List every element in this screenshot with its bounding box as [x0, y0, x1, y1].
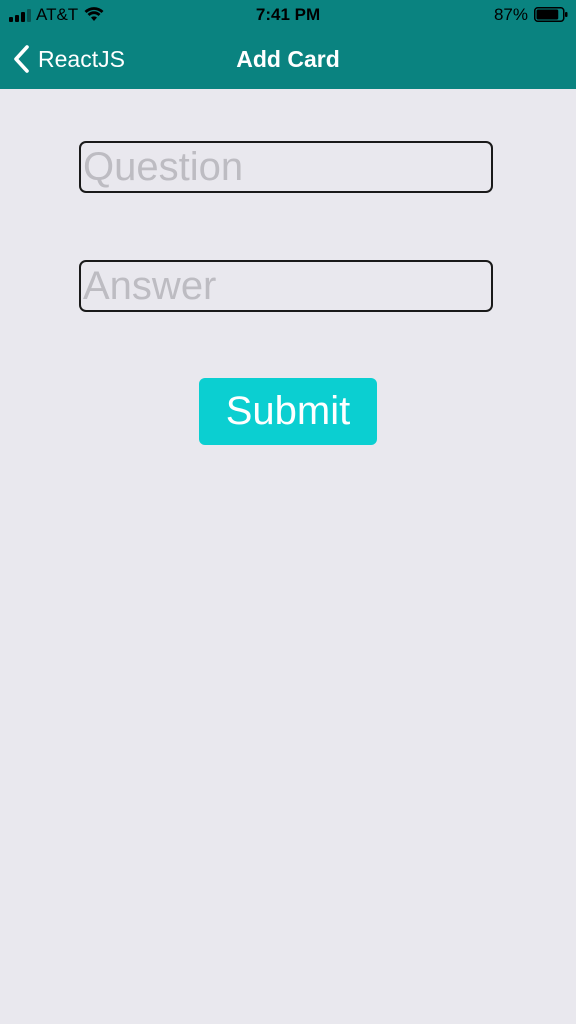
header-bar: AT&T 7:41 PM 87% ReactJS Add Card — [0, 0, 576, 89]
answer-input[interactable] — [79, 260, 493, 312]
question-input[interactable] — [79, 141, 493, 193]
page-title: Add Card — [236, 46, 340, 72]
status-time: 7:41 PM — [255, 5, 321, 24]
battery-percentage: 87% — [493, 5, 528, 24]
submit-button[interactable]: Submit — [199, 378, 377, 445]
battery-icon — [534, 7, 568, 22]
add-card-screen: AT&T 7:41 PM 87% ReactJS Add Card Submit — [0, 0, 576, 1024]
status-bar: AT&T 7:41 PM 87% — [0, 0, 576, 30]
